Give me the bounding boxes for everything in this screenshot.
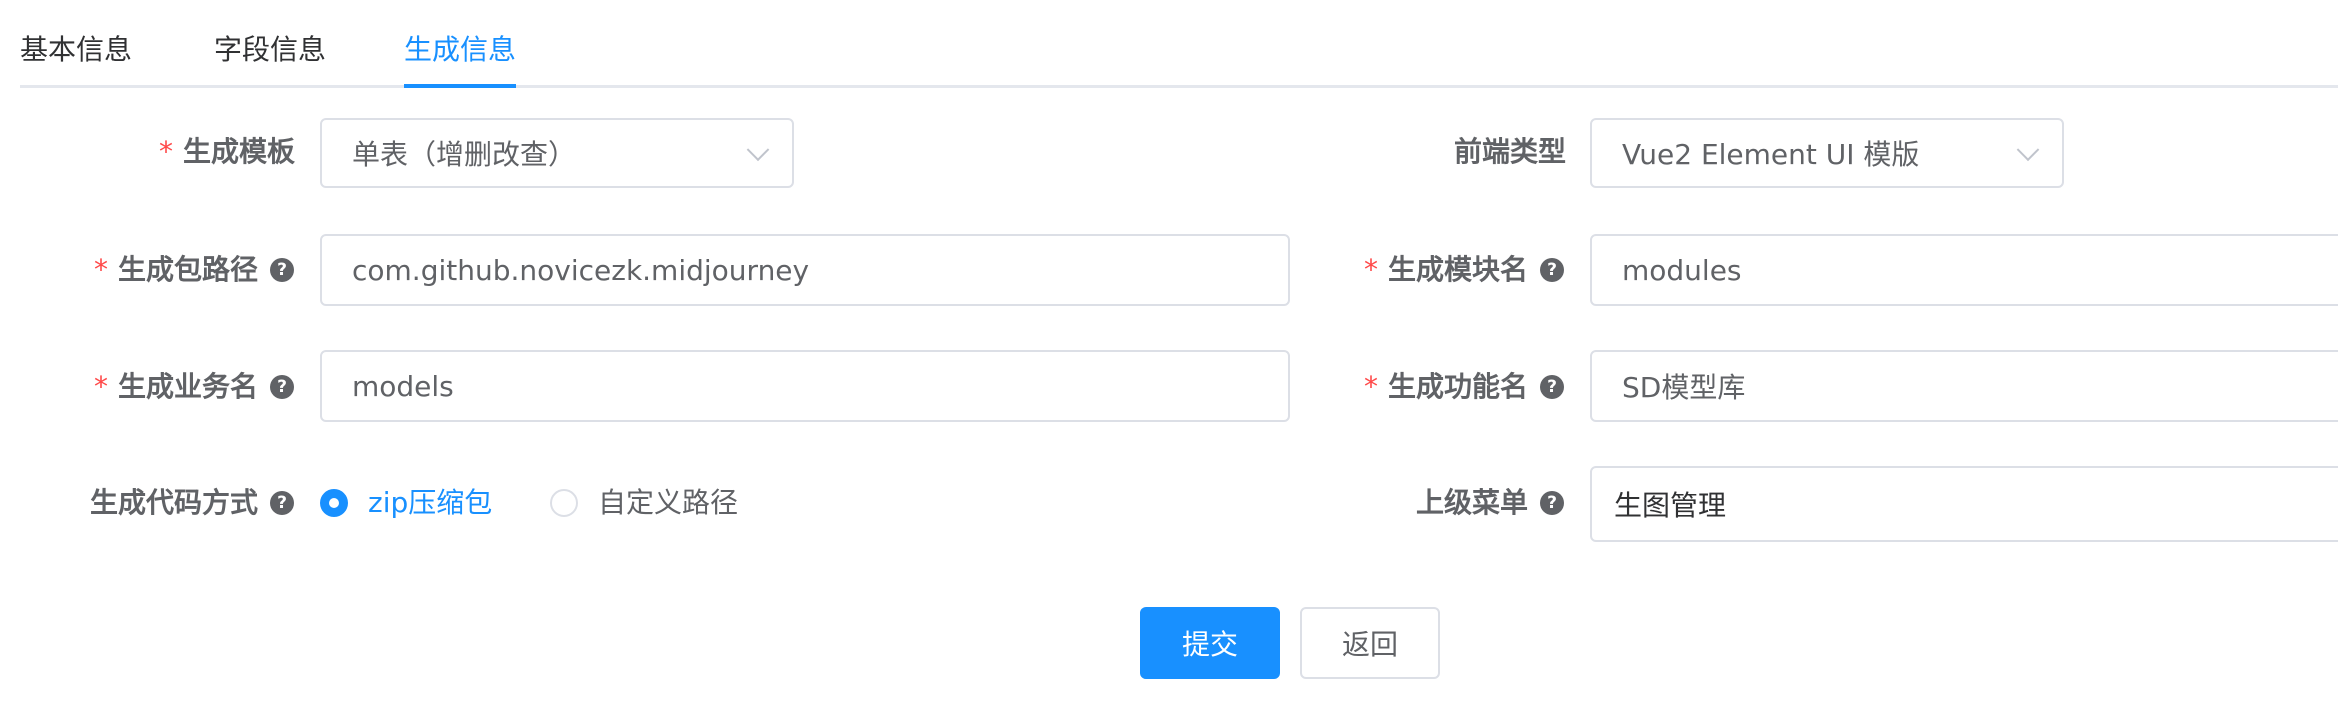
module-name-label: * 生成模块名? [1364,250,1564,290]
required-mark: * [93,370,108,403]
submit-button[interactable]: 提交 [1140,607,1280,679]
frontend-type-label: 前端类型 [1453,135,1566,168]
radio-unchecked-icon [550,489,578,517]
package-name-label: * 生成包路径? [94,250,294,290]
required-mark: * [93,253,108,286]
tab-basic-info[interactable]: 基本信息 [20,30,132,70]
chevron-down-icon [746,138,770,162]
frontend-type-select[interactable]: Vue2 Element UI 模版 [1590,118,2064,188]
frontend-type-value: Vue2 Element UI 模版 [1622,138,1920,171]
tpl-category-select[interactable]: 单表（增删改查） [320,118,794,188]
function-name-input[interactable]: SD模型库 [1590,350,2338,422]
parent-menu-label: 上级菜单? [1416,483,1564,523]
gen-type-label: 生成代码方式? [90,483,294,523]
chevron-down-icon [2016,138,2040,162]
question-circle-icon[interactable]: ? [1540,375,1564,399]
parent-menu-treeselect[interactable]: 生图管理 [1590,466,2338,542]
question-circle-icon[interactable]: ? [1540,491,1564,515]
tpl-category-label: * 生成模板 [159,132,295,172]
active-tab-indicator [404,84,516,88]
tab-bar: 基本信息 字段信息 生成信息 [20,0,2338,88]
back-button[interactable]: 返回 [1300,607,1440,679]
tab-bar-divider [20,85,2338,88]
function-name-label: * 生成功能名? [1364,367,1564,407]
question-circle-icon[interactable]: ? [270,491,294,515]
tab-generate-info[interactable]: 生成信息 [404,30,516,70]
question-circle-icon[interactable]: ? [270,375,294,399]
radio-checked-icon [320,489,348,517]
required-mark: * [1363,370,1378,403]
package-name-input[interactable]: com.github.novicezk.midjourney [320,234,1290,306]
question-circle-icon[interactable]: ? [1540,258,1564,282]
required-mark: * [158,135,173,168]
required-mark: * [1363,253,1378,286]
radio-zip[interactable]: zip压缩包 [320,483,492,523]
business-name-label: * 生成业务名? [94,367,294,407]
tab-field-info[interactable]: 字段信息 [214,30,326,70]
question-circle-icon[interactable]: ? [270,258,294,282]
module-name-input[interactable]: modules [1590,234,2338,306]
business-name-input[interactable]: models [320,350,1290,422]
tpl-category-value: 单表（增删改查） [352,138,577,171]
radio-custom-path[interactable]: 自定义路径 [550,483,738,523]
